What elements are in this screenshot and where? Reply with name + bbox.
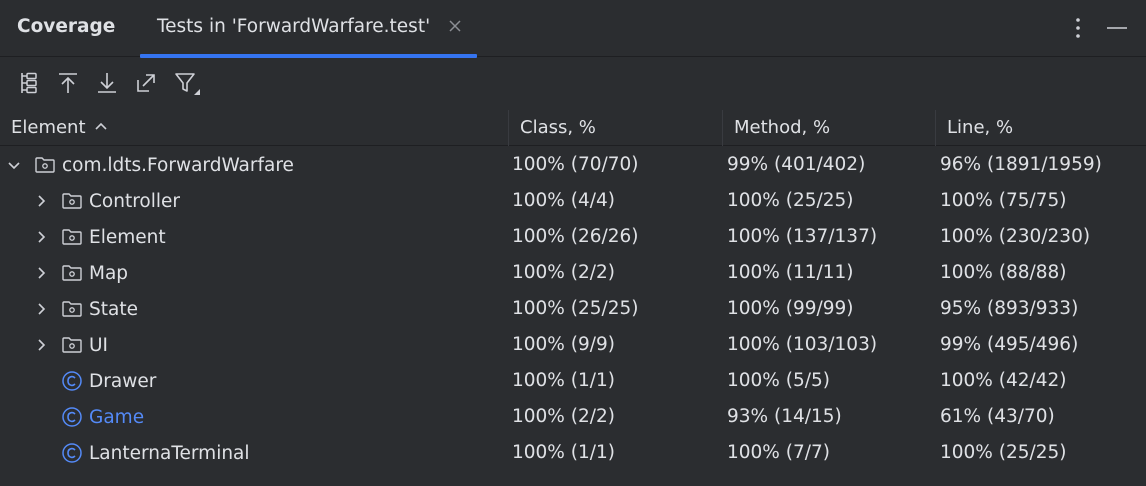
column-header-line[interactable]: Line, % — [947, 110, 1013, 146]
expand-down-icon[interactable] — [94, 70, 120, 96]
table-row[interactable]: Game 100% (2/2) 93% (14/15) 61% (43/70) — [0, 399, 1146, 435]
package-folder-icon — [62, 337, 82, 353]
close-icon[interactable] — [446, 17, 464, 35]
method-coverage-cell: 100% (5/5) — [727, 370, 830, 391]
line-coverage-cell: 100% (230/230) — [940, 226, 1091, 247]
class-coverage-cell: 100% (9/9) — [512, 334, 615, 355]
kebab-menu-icon[interactable] — [1068, 16, 1088, 40]
element-cell: UI — [33, 327, 108, 363]
column-header-label: Element — [11, 117, 86, 138]
package-folder-icon — [62, 301, 82, 317]
class-icon — [62, 443, 82, 463]
element-cell: State — [33, 291, 138, 327]
element-name: Drawer — [89, 370, 157, 392]
line-coverage-cell: 100% (25/25) — [940, 442, 1067, 463]
package-folder-icon — [62, 193, 82, 209]
element-cell: com.ldts.ForwardWarfare — [6, 147, 294, 183]
element-name: com.ldts.ForwardWarfare — [62, 154, 294, 176]
column-divider[interactable] — [722, 110, 723, 146]
sort-ascending-icon — [94, 122, 107, 130]
element-name: LanternaTerminal — [89, 442, 250, 464]
collapse-up-icon[interactable] — [55, 70, 81, 96]
element-cell: Game — [33, 399, 144, 435]
filter-icon[interactable] — [173, 70, 203, 96]
method-coverage-cell: 100% (103/103) — [727, 334, 878, 355]
minimize-icon[interactable] — [1105, 16, 1129, 40]
tab-label: Tests in 'ForwardWarfare.test' — [157, 16, 431, 37]
element-name: Element — [89, 226, 166, 248]
line-coverage-cell: 100% (88/88) — [940, 262, 1067, 283]
class-coverage-cell: 100% (26/26) — [512, 226, 639, 247]
element-name: State — [89, 298, 138, 320]
class-icon — [62, 371, 82, 391]
line-coverage-cell: 61% (43/70) — [940, 406, 1055, 427]
line-coverage-cell: 100% (42/42) — [940, 370, 1067, 391]
chevron-right-icon[interactable] — [33, 265, 49, 281]
coverage-toolbar — [0, 58, 1146, 110]
chevron-right-icon[interactable] — [33, 337, 49, 353]
package-folder-icon — [62, 229, 82, 245]
table-row[interactable]: Element 100% (26/26) 100% (137/137) 100% (2… — [0, 219, 1146, 255]
table-row[interactable]: Drawer 100% (1/1) 100% (5/5) 100% (42/42) — [0, 363, 1146, 399]
method-coverage-cell: 100% (99/99) — [727, 298, 854, 319]
generate-report-icon[interactable] — [133, 70, 159, 96]
coverage-tool-window: Coverage Tests in 'ForwardWarfare.test' — [0, 0, 1146, 486]
class-coverage-cell: 100% (2/2) — [512, 406, 615, 427]
table-row[interactable]: State 100% (25/25) 100% (99/99) 95% (893/93… — [0, 291, 1146, 327]
column-header-class[interactable]: Class, % — [520, 110, 596, 146]
class-coverage-cell: 100% (2/2) — [512, 262, 615, 283]
column-divider[interactable] — [935, 110, 936, 146]
method-coverage-cell: 100% (11/11) — [727, 262, 854, 283]
method-coverage-cell: 100% (137/137) — [727, 226, 878, 247]
table-header: Element Class, % Method, % Line, % — [0, 110, 1146, 146]
table-row[interactable]: LanternaTerminal 100% (1/1) 100% (7/7) 100%… — [0, 435, 1146, 471]
chevron-right-icon[interactable] — [33, 301, 49, 317]
element-cell: Map — [33, 255, 128, 291]
element-cell: LanternaTerminal — [33, 435, 250, 471]
table-row[interactable]: com.ldts.ForwardWarfare 100% (70/70) 99% (… — [0, 147, 1146, 183]
class-coverage-cell: 100% (1/1) — [512, 442, 615, 463]
line-coverage-cell: 95% (893/933) — [940, 298, 1079, 319]
method-coverage-cell: 100% (7/7) — [727, 442, 830, 463]
line-coverage-cell: 96% (1891/1959) — [940, 154, 1102, 175]
class-coverage-cell: 100% (1/1) — [512, 370, 615, 391]
table-row[interactable]: UI 100% (9/9) 100% (103/103) 99% (495/496) — [0, 327, 1146, 363]
element-name: UI — [89, 334, 108, 356]
element-cell: Element — [33, 219, 166, 255]
column-divider[interactable] — [508, 110, 509, 146]
chevron-right-icon[interactable] — [33, 193, 49, 209]
package-folder-icon — [62, 265, 82, 281]
chevron-right-icon[interactable] — [33, 229, 49, 245]
tab-bar: Coverage Tests in 'ForwardWarfare.test' — [0, 0, 1146, 58]
class-coverage-cell: 100% (70/70) — [512, 154, 639, 175]
table-row[interactable]: Controller 100% (4/4) 100% (25/25) 100% (75… — [0, 183, 1146, 219]
line-coverage-cell: 100% (75/75) — [940, 190, 1067, 211]
column-header-element[interactable]: Element — [11, 110, 108, 146]
chevron-down-icon[interactable] — [6, 157, 22, 173]
line-coverage-cell: 99% (495/496) — [940, 334, 1079, 355]
column-header-method[interactable]: Method, % — [734, 110, 830, 146]
class-coverage-cell: 100% (4/4) — [512, 190, 615, 211]
element-cell: Drawer — [33, 363, 156, 399]
method-coverage-cell: 93% (14/15) — [727, 406, 842, 427]
element-cell: Controller — [33, 183, 180, 219]
element-name: Controller — [89, 190, 181, 212]
class-coverage-cell: 100% (25/25) — [512, 298, 639, 319]
element-name: Game — [89, 406, 145, 428]
element-name: Map — [89, 262, 129, 284]
package-folder-icon — [35, 157, 55, 173]
tool-window-title: Coverage — [17, 16, 116, 37]
method-coverage-cell: 100% (25/25) — [727, 190, 854, 211]
tab-tests[interactable]: Tests in 'ForwardWarfare.test' — [140, 0, 477, 58]
method-coverage-cell: 99% (401/402) — [727, 154, 866, 175]
class-icon — [62, 407, 82, 427]
table-row[interactable]: Map 100% (2/2) 100% (11/11) 100% (88/88) — [0, 255, 1146, 291]
flatten-packages-icon[interactable] — [16, 70, 42, 96]
